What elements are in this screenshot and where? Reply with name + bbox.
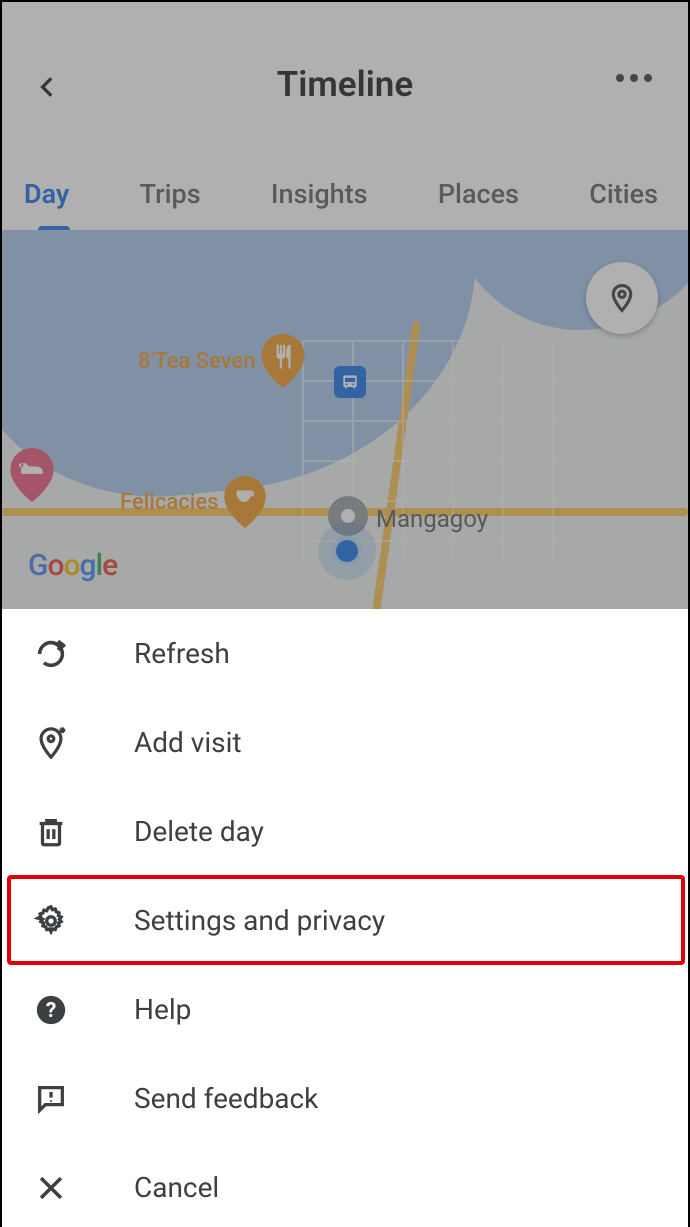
poi-label: Felicacies <box>120 490 218 515</box>
menu-label: Cancel <box>134 1171 219 1204</box>
tab-day[interactable]: Day <box>20 172 73 216</box>
more-options-button[interactable] <box>616 74 652 82</box>
menu-label: Help <box>134 993 191 1026</box>
dot-icon <box>630 74 638 82</box>
menu-item-send-feedback[interactable]: Send feedback <box>2 1054 688 1143</box>
trash-icon <box>34 815 68 849</box>
dot-icon <box>616 74 624 82</box>
screen: Timeline Day Trips Insights Places Citie… <box>0 0 690 1227</box>
current-location-dot <box>332 536 362 566</box>
tabs: Day Trips Insights Places Cities <box>2 157 688 230</box>
location-fab[interactable] <box>586 262 658 334</box>
location-ring-icon <box>328 496 368 536</box>
map-area[interactable]: 8'Tea Seven Felicacies <box>2 230 688 609</box>
close-icon <box>34 1171 68 1205</box>
map-poi-hotel[interactable] <box>10 448 54 502</box>
tab-places[interactable]: Places <box>434 172 523 216</box>
menu-item-settings-privacy[interactable]: Settings and privacy <box>2 876 688 965</box>
map-poi-felicacies[interactable]: Felicacies <box>120 476 266 528</box>
svg-text:?: ? <box>46 998 57 1023</box>
feedback-icon <box>34 1082 68 1116</box>
gear-icon <box>34 904 68 938</box>
menu-item-help[interactable]: ? Help <box>2 965 688 1054</box>
menu-label: Delete day <box>134 815 264 848</box>
refresh-icon <box>34 637 68 671</box>
menu-label: Send feedback <box>134 1082 318 1115</box>
tab-cities[interactable]: Cities <box>585 172 662 216</box>
cafe-pin-icon <box>224 476 266 528</box>
add-location-icon <box>34 726 68 760</box>
tab-insights[interactable]: Insights <box>267 172 372 216</box>
bottom-sheet-menu: Refresh Add visit Delete day Settings an… <box>2 609 688 1227</box>
menu-item-delete-day[interactable]: Delete day <box>2 787 688 876</box>
bus-stop-icon[interactable] <box>334 366 366 398</box>
menu-item-refresh[interactable]: Refresh <box>2 609 688 698</box>
help-icon: ? <box>34 993 68 1027</box>
hotel-pin-icon <box>10 448 54 502</box>
menu-label: Settings and privacy <box>134 904 385 937</box>
dot-icon <box>644 74 652 82</box>
menu-label: Refresh <box>134 637 230 670</box>
poi-label: 8'Tea Seven <box>138 349 255 374</box>
map-area-label: Mangagoy <box>376 505 488 533</box>
location-pin-icon <box>607 283 637 313</box>
menu-item-add-visit[interactable]: Add visit <box>2 698 688 787</box>
tab-trips[interactable]: Trips <box>136 172 205 216</box>
map-poi-tea-seven[interactable]: 8'Tea Seven <box>138 334 305 388</box>
restaurant-pin-icon <box>261 334 305 388</box>
map-provider-logo: Google <box>28 548 117 583</box>
page-title: Timeline <box>2 64 688 105</box>
menu-label: Add visit <box>134 726 242 759</box>
header: Timeline <box>2 2 688 157</box>
menu-item-cancel[interactable]: Cancel <box>2 1143 688 1227</box>
